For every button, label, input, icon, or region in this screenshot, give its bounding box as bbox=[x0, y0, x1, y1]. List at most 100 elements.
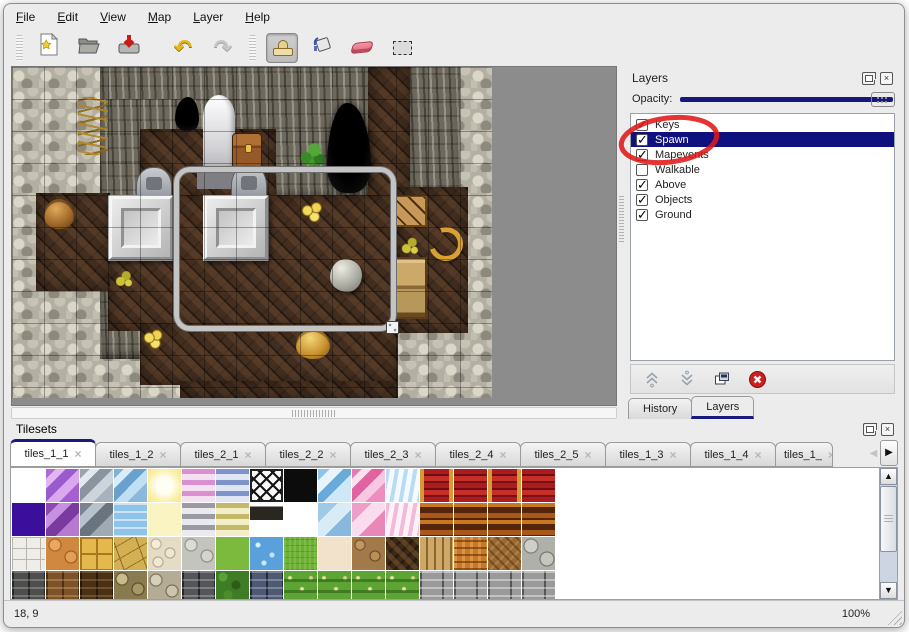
opacity-slider[interactable] bbox=[680, 91, 895, 107]
opacity-slider-handle[interactable] bbox=[871, 92, 895, 107]
tab-close-icon[interactable]: × bbox=[755, 448, 762, 462]
menu-map[interactable]: Map bbox=[148, 10, 171, 24]
tab-close-icon[interactable]: × bbox=[585, 448, 592, 462]
tileset-tile-pebble-pale[interactable] bbox=[148, 537, 181, 570]
layer-visibility-checkbox[interactable] bbox=[636, 134, 648, 146]
menu-layer[interactable]: Layer bbox=[193, 10, 223, 24]
tab-close-icon[interactable]: × bbox=[75, 447, 82, 461]
open-map-button[interactable] bbox=[73, 33, 105, 63]
tileset-tile-brick-blue[interactable] bbox=[250, 571, 283, 600]
tileset-tile-herringbone[interactable] bbox=[488, 537, 521, 570]
tileset-tab-tiles_2_3[interactable]: tiles_2_3× bbox=[350, 442, 436, 467]
new-map-button[interactable] bbox=[33, 33, 65, 63]
tileset-tile-planks-gray[interactable] bbox=[522, 571, 555, 600]
tileset-tile-water-blue[interactable] bbox=[114, 503, 147, 536]
menu-file[interactable]: File bbox=[16, 10, 35, 24]
lower-layer-button[interactable] bbox=[676, 368, 698, 390]
tileset-tile-glass-pink[interactable] bbox=[352, 469, 385, 502]
dock-tab-history[interactable]: History bbox=[628, 398, 692, 419]
tileset-tile-lattice[interactable] bbox=[250, 469, 283, 502]
tileset-tile-cream[interactable] bbox=[318, 537, 351, 570]
menu-edit[interactable]: Edit bbox=[57, 10, 78, 24]
menu-help[interactable]: Help bbox=[245, 10, 270, 24]
tab-close-icon[interactable]: × bbox=[828, 448, 833, 462]
tileset-tile-white[interactable] bbox=[12, 469, 45, 502]
tileset-tab-tiles_1_3[interactable]: tiles_1_3× bbox=[605, 442, 691, 467]
tileset-tile-brick-brown[interactable] bbox=[46, 571, 79, 600]
tileset-tile-planks-gray[interactable] bbox=[488, 571, 521, 600]
tileset-tile-stones-round[interactable] bbox=[522, 537, 555, 570]
layer-row-ground[interactable]: Ground bbox=[631, 207, 894, 222]
tileset-tile-black[interactable] bbox=[284, 469, 317, 502]
layer-visibility-checkbox[interactable] bbox=[636, 209, 648, 221]
scroll-down-icon[interactable]: ▼ bbox=[880, 582, 897, 599]
tab-close-icon[interactable]: × bbox=[670, 448, 677, 462]
tileset-tab-tiles_1_1[interactable]: tiles_1_1× bbox=[10, 439, 96, 467]
window-resize-grip[interactable] bbox=[887, 610, 902, 625]
tileset-tile-white[interactable] bbox=[284, 503, 317, 536]
vertical-splitter[interactable] bbox=[617, 66, 626, 419]
tab-close-icon[interactable]: × bbox=[500, 448, 507, 462]
fill-tool-button[interactable] bbox=[306, 33, 338, 63]
tileset-tile-weave-orange[interactable] bbox=[454, 537, 487, 570]
tileset-tile-stone-gray[interactable] bbox=[182, 537, 215, 570]
tileset-tile-crack-yellow[interactable] bbox=[114, 537, 147, 570]
toolbar-drag-handle[interactable] bbox=[16, 35, 23, 61]
tileset-tab-tiles_2_1[interactable]: tiles_2_1× bbox=[180, 442, 266, 467]
tileset-tile-zig-pink[interactable] bbox=[386, 503, 419, 536]
layer-visibility-checkbox[interactable] bbox=[636, 119, 648, 131]
tileset-tile-brick-darkbrown[interactable] bbox=[80, 571, 113, 600]
layer-row-above[interactable]: Above bbox=[631, 177, 894, 192]
scrollbar-thumb[interactable] bbox=[880, 486, 897, 552]
tileset-tile-glass-purple[interactable] bbox=[46, 469, 79, 502]
tileset-tab-tiles_2_5[interactable]: tiles_2_5× bbox=[520, 442, 606, 467]
tileset-tile-pebble-brown[interactable] bbox=[352, 537, 385, 570]
tileset-tile-planks-tan[interactable] bbox=[420, 537, 453, 570]
redo-button[interactable]: ↷ bbox=[207, 33, 239, 63]
tileset-tile-stripe-pink[interactable] bbox=[182, 469, 215, 502]
tileset-tile-glass-gray2[interactable] bbox=[80, 503, 113, 536]
raise-layer-button[interactable] bbox=[641, 368, 663, 390]
layer-row-objects[interactable]: Objects bbox=[631, 192, 894, 207]
layer-visibility-checkbox[interactable] bbox=[636, 194, 648, 206]
tileset-tile-planks-gray[interactable] bbox=[454, 571, 487, 600]
save-map-button[interactable] bbox=[113, 33, 145, 63]
tileset-tile-planks-gray[interactable] bbox=[420, 571, 453, 600]
tileset-tile-grass-flowers[interactable] bbox=[284, 571, 317, 600]
tileset-tile-redbrick[interactable] bbox=[522, 469, 555, 502]
tileset-tile-zig-blue[interactable] bbox=[386, 469, 419, 502]
tileset-tab-tiles_2_4[interactable]: tiles_2_4× bbox=[435, 442, 521, 467]
float-tilesets-icon[interactable] bbox=[863, 423, 876, 436]
horizontal-splitter[interactable] bbox=[11, 407, 617, 419]
tileset-tile-indigo[interactable] bbox=[12, 503, 45, 536]
close-panel-icon[interactable]: × bbox=[880, 72, 893, 85]
map-canvas[interactable] bbox=[12, 67, 492, 398]
dock-tab-layers[interactable]: Layers bbox=[691, 396, 754, 419]
tileset-tile-pale-yellow[interactable] bbox=[148, 503, 181, 536]
tab-close-icon[interactable]: × bbox=[160, 448, 167, 462]
tileset-tab-tiles_2_2[interactable]: tiles_2_2× bbox=[265, 442, 351, 467]
layer-row-spawn[interactable]: Spawn bbox=[631, 132, 894, 147]
tileset-tile-glow-yellow[interactable] bbox=[148, 469, 181, 502]
tileset-tile-glass-purple2[interactable] bbox=[46, 503, 79, 536]
tileset-tile-grass[interactable] bbox=[284, 537, 317, 570]
eraser-tool-button[interactable] bbox=[346, 33, 378, 63]
layer-visibility-checkbox[interactable] bbox=[636, 179, 648, 191]
scroll-tabs-left-icon[interactable]: ◀ bbox=[867, 448, 880, 459]
undo-button[interactable]: ↶ bbox=[167, 33, 199, 63]
tileset-tile-grass-flat[interactable] bbox=[216, 537, 249, 570]
tileset-tile-redbrick-gold[interactable] bbox=[420, 469, 453, 502]
selection-resize-handle[interactable] bbox=[386, 321, 399, 334]
tileset-tile-redbrick-gold[interactable] bbox=[488, 469, 521, 502]
tileset-tile-wood-orange[interactable] bbox=[454, 503, 487, 536]
tileset-tile-brick-darkstone[interactable] bbox=[12, 571, 45, 600]
tileset-tile-wood-orange[interactable] bbox=[522, 503, 555, 536]
toolbar-drag-handle-2[interactable] bbox=[249, 35, 256, 61]
tileset-tile-stripe-blue[interactable] bbox=[216, 469, 249, 502]
layer-visibility-checkbox[interactable] bbox=[636, 164, 648, 176]
duplicate-layer-button[interactable] bbox=[711, 368, 733, 390]
tileset-tile-water-sparkle[interactable] bbox=[250, 537, 283, 570]
layer-visibility-checkbox[interactable] bbox=[636, 149, 648, 161]
tileset-tile-hedge[interactable] bbox=[216, 571, 249, 600]
tileset-tile-dark-brown[interactable] bbox=[386, 537, 419, 570]
